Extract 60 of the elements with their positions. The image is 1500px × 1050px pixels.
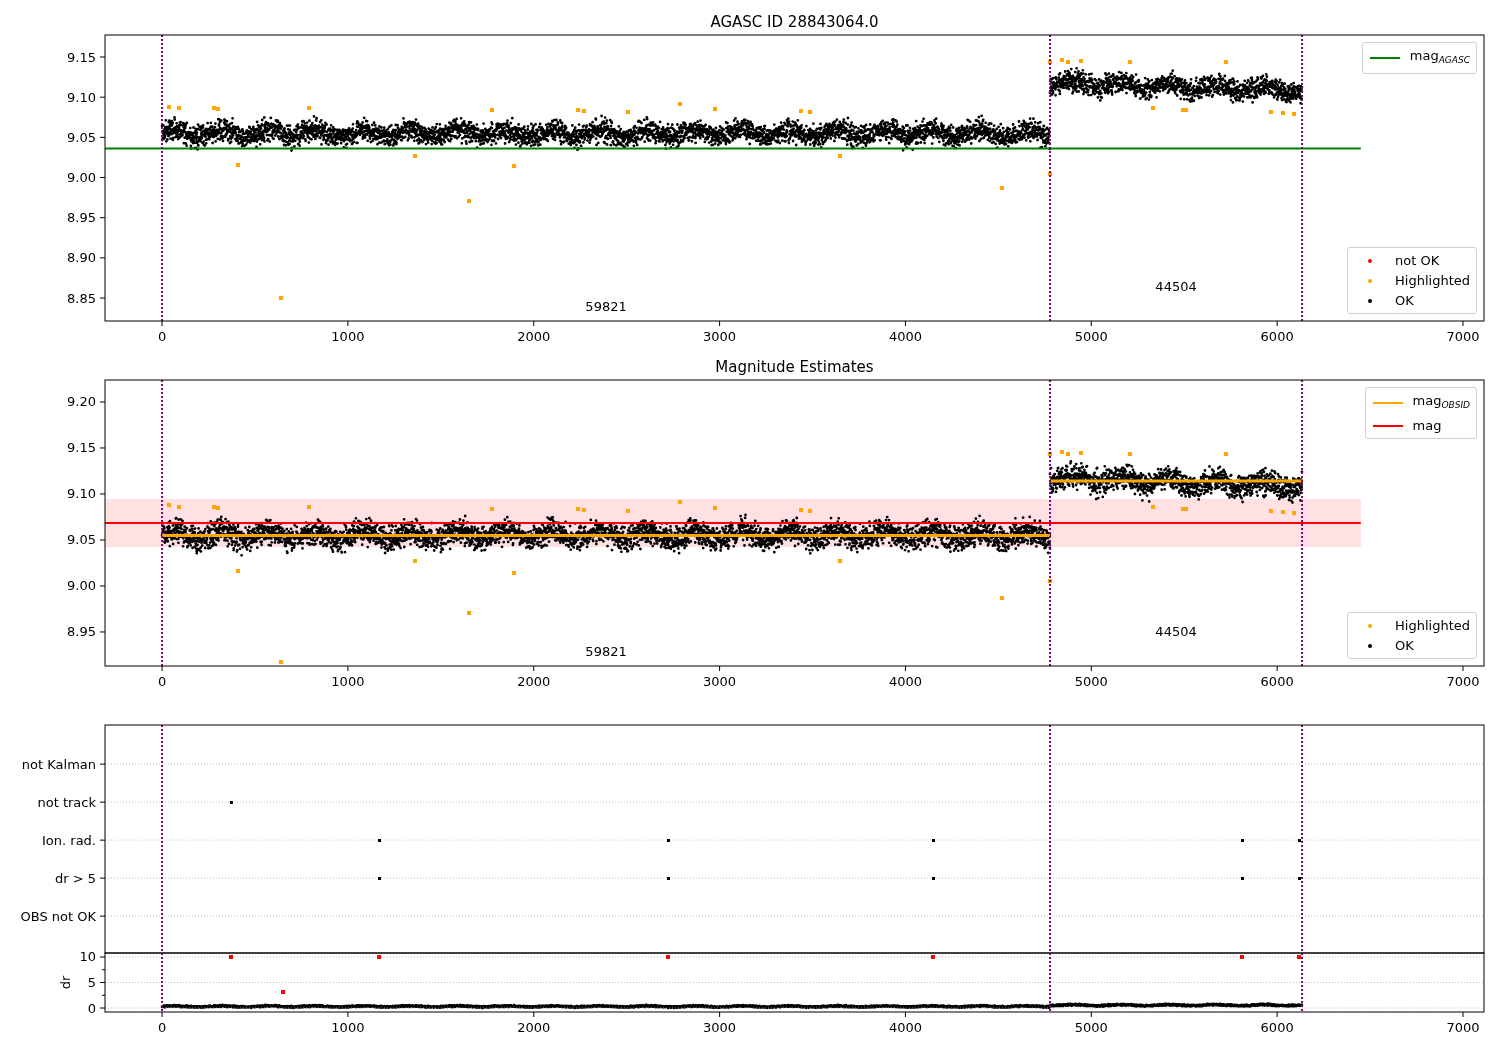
tick-label: 3000 [703,674,737,689]
tick-label: 9.15 [67,440,96,456]
legend-label: OK [1395,292,1414,310]
tick-label: 6000 [1260,1020,1294,1035]
tick-label: 9.05 [67,532,96,548]
tick-label: 2000 [517,1020,551,1035]
tick-label: 6000 [1260,329,1294,344]
tick-label: 4000 [888,674,922,689]
tick-label: 1000 [331,674,365,689]
tick-label: 9.00 [67,578,96,594]
tick-label: 5000 [1074,1020,1108,1035]
tick-label: 3000 [703,1020,737,1035]
tick-label: 9.10 [67,89,96,105]
legend-label: OK [1395,637,1414,655]
obsid-label: 59821 [585,644,627,659]
tick-label: 0 [157,1020,167,1035]
tick-label: 0 [157,329,167,344]
tick-label: 8.95 [67,210,96,226]
tick-label: 1000 [331,1020,365,1035]
tick-label: 0 [87,1000,96,1016]
tick-label: 1000 [331,329,365,344]
flag-label: OBS not OK [20,908,96,924]
tick-label: 7000 [1446,329,1480,344]
obsid-label: 44504 [1155,279,1197,294]
chart-title: Magnitude Estimates [715,358,874,376]
tick-label: 9.20 [67,394,96,410]
legend-label: not OK [1395,252,1440,270]
tick-label: 7000 [1446,1020,1480,1035]
tick-label: 9.00 [67,170,96,185]
legend-label: mag$_{AGASC}$ [1409,47,1470,67]
tick-label: 7000 [1446,674,1480,689]
tick-label: 5000 [1074,674,1108,689]
tick-label: 8.90 [67,250,96,266]
tick-label: 10 [79,949,96,965]
obsid-label: 59821 [585,299,627,314]
tick-label: 5 [87,975,96,990]
tick-label: 8.85 [67,290,96,306]
tick-label: 4000 [888,1020,922,1035]
tick-label: 9.05 [67,129,96,145]
flag-label: not track [37,794,96,810]
chart-title: AGASC ID 28843064.0 [710,13,879,31]
tick-label: 0 [157,674,167,689]
flag-label: Ion. rad. [42,832,96,848]
flag-label: not Kalman [21,756,96,772]
tick-label: 2000 [517,674,551,689]
axis-label: dr [58,975,73,990]
tick-label: 6000 [1260,674,1294,689]
flag-label: dr > 5 [54,870,96,886]
tick-label: 9.10 [67,486,96,502]
legend-label: Highlighted [1395,617,1470,635]
legend-label: mag$_{OBSID}$ [1412,392,1470,412]
legend-label: mag [1412,417,1442,435]
tick-label: 9.15 [67,49,96,65]
tick-label: 2000 [517,329,551,344]
tick-label: 8.95 [67,624,96,640]
obsid-label: 44504 [1155,624,1197,639]
tick-label: 5000 [1074,329,1108,344]
legend-label: Highlighted [1395,272,1470,290]
tick-label: 4000 [888,329,922,344]
tick-label: 3000 [703,329,737,344]
